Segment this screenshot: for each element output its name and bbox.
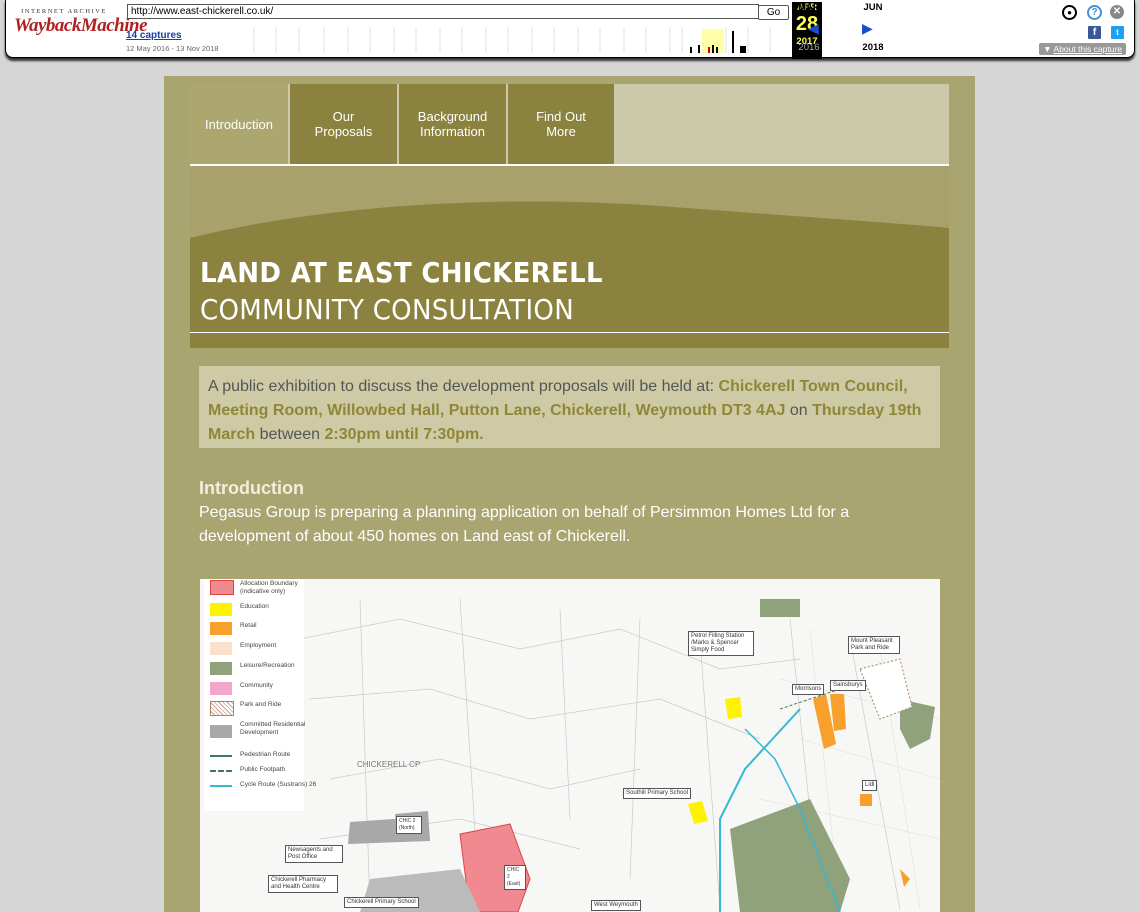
map-label-west-weymouth: West Weymouth: [591, 900, 641, 911]
legend-swatch: [210, 682, 232, 695]
close-icon[interactable]: ✕: [1110, 5, 1124, 19]
hero-banner: LAND AT EAST CHICKERELL COMMUNITY CONSUL…: [190, 166, 949, 348]
legend-swatch: [210, 701, 234, 716]
notice-intro: A public exhibition to discuss the devel…: [208, 378, 719, 395]
map-legend: Allocation Boundary (indicative only) Ed…: [204, 579, 316, 811]
map-label-newsagents: Newsagents and Post Office: [285, 845, 343, 863]
prev-capture-arrow-icon[interactable]: ◀: [808, 20, 819, 37]
twitter-icon[interactable]: t: [1111, 26, 1124, 39]
banner-divider: [190, 332, 949, 333]
map-label-sainsburys: Sainsburys: [830, 680, 866, 691]
map-label-pharmacy: Chickerell Pharmacy and Health Centre: [268, 875, 338, 893]
legend-swatch: [210, 725, 232, 738]
legend-swatch: [210, 755, 232, 757]
capture-range: 12 May 2016 - 13 Nov 2018: [126, 44, 219, 53]
map-label-morrisons: Morrisons: [792, 684, 825, 695]
prev-year[interactable]: 2016: [794, 42, 824, 53]
map-label-mount-pleasant: Mount Pleasant Park and Ride: [848, 636, 900, 654]
prev-month[interactable]: MAR: [794, 2, 824, 13]
facebook-icon[interactable]: f: [1088, 26, 1101, 39]
legend-swatch: [210, 642, 232, 655]
banner-title: LAND AT EAST CHICKERELL: [200, 256, 603, 289]
legend-swatch: [210, 622, 232, 635]
calendar-nav: MAR ◀ 2016 APR 28 2017 JUN ▶ 2018: [792, 0, 888, 59]
site-map-image: Allocation Boundary (indicative only) Ed…: [200, 579, 940, 912]
tab-label: Find Out More: [536, 109, 586, 139]
next-year[interactable]: 2018: [858, 42, 888, 53]
next-month[interactable]: JUN: [858, 2, 888, 13]
map-label-southill: Southill Primary School: [623, 788, 692, 799]
logo-main-text: WaybackMachine: [14, 15, 148, 36]
tab-label: Our Proposals: [314, 109, 373, 139]
legend-swatch: [210, 603, 232, 616]
legend-swatch: [210, 785, 232, 787]
captures-link[interactable]: 14 captures: [126, 30, 182, 41]
about-capture-button[interactable]: ▼ About this capture: [1039, 43, 1126, 55]
account-icon[interactable]: ●: [1062, 5, 1077, 20]
tab-background-information[interactable]: Background Information: [399, 84, 506, 164]
tab-find-out-more[interactable]: Find Out More: [508, 84, 614, 164]
url-input[interactable]: http://www.east-chickerell.co.uk/: [127, 4, 759, 19]
go-button[interactable]: Go: [758, 5, 789, 20]
capture-sparkline[interactable]: [236, 27, 792, 53]
wayback-toolbar: INTERNET ARCHIVE WaybackMachine http://w…: [5, 0, 1135, 59]
wayback-logo[interactable]: INTERNET ARCHIVE WaybackMachine: [14, 8, 148, 37]
map-label-lidl: Lidl: [862, 780, 878, 791]
legend-swatch: [210, 580, 234, 595]
exhibition-notice: A public exhibition to discuss the devel…: [199, 366, 940, 448]
legend-swatch: [210, 770, 232, 772]
tab-our-proposals[interactable]: Our Proposals: [290, 84, 397, 164]
tab-introduction[interactable]: Introduction: [190, 84, 288, 164]
main-nav: Introduction Our Proposals Background In…: [190, 84, 949, 164]
site-container: Introduction Our Proposals Background In…: [164, 76, 975, 912]
banner-strip: [190, 334, 949, 348]
intro-body: Pegasus Group is preparing a planning ap…: [199, 504, 850, 545]
map-label-chic2-east: CHIC 2 (East): [504, 865, 526, 890]
sparkline-graphic: [253, 27, 771, 53]
map-label-petrol: Petrol Filling Station /Marks & Spencer …: [688, 631, 754, 656]
next-capture-arrow-icon[interactable]: ▶: [862, 20, 873, 37]
notice-between: between: [255, 426, 325, 443]
banner-subtitle: COMMUNITY CONSULTATION: [200, 293, 574, 326]
about-capture-label: About this capture: [1053, 44, 1122, 54]
intro-heading: Introduction: [199, 478, 304, 498]
logo-top-text: INTERNET ARCHIVE: [21, 8, 107, 15]
tab-label: Introduction: [205, 116, 273, 132]
notice-on: on: [785, 402, 813, 419]
map-label-primary-school: Chickerell Primary School: [344, 897, 419, 908]
map-label-chickerell-cp: CHICKERELL CP: [357, 760, 421, 769]
legend-swatch: [210, 662, 232, 675]
tab-label: Background Information: [417, 109, 488, 139]
map-label-chic2-north: CHIC 2 (North): [396, 816, 422, 834]
notice-time: 2:30pm until 7:30pm.: [324, 426, 484, 443]
help-icon[interactable]: ?: [1087, 5, 1102, 20]
